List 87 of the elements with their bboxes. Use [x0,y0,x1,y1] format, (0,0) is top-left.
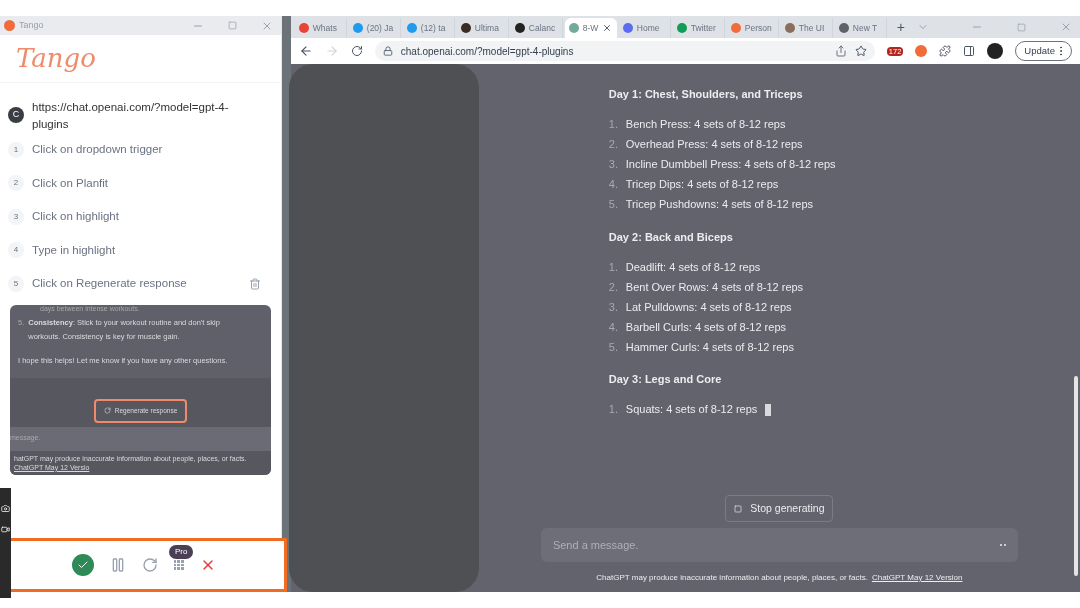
video-icon[interactable] [1,525,10,534]
step-label: Click on highlight [32,209,120,225]
grid-icon[interactable] [173,560,184,570]
exercise-text: Incline Dumbbell Press: 4 sets of 8-12 reps [625,157,836,173]
exercise-text: Tricep Pushdowns: 4 sets of 8-12 reps [625,197,814,213]
maximize-icon[interactable] [228,21,237,30]
close-tab-icon[interactable] [602,23,613,33]
step-label: Click on Regenerate response [32,276,188,292]
list-number: 3. [608,299,618,315]
side-panel-icon[interactable] [963,45,976,57]
list-number: 2. [608,137,618,153]
exercise-text: Bench Press: 4 sets of 8-12 reps [625,117,786,133]
step-item[interactable]: 4 Type in highlight [0,233,281,267]
exercise-text: Hammer Curls: 4 sets of 8-12 reps [625,339,794,355]
start-url: https://chat.openai.com/?model=gpt-4-plugins [32,100,230,132]
step-number: 1 [8,141,24,158]
profile-avatar[interactable] [987,43,1004,59]
check-button[interactable] [71,554,94,576]
list-number: 1. [608,259,618,275]
address-bar[interactable]: chat.openai.com/?model=gpt-4-plugins [374,41,875,61]
list-number: 5. [608,197,618,213]
step-label: Type in highlight [32,242,117,258]
back-icon[interactable] [298,44,313,58]
stop-generating-button[interactable]: Stop generating [725,495,834,522]
list-number: 5. [608,339,618,355]
trash-icon[interactable] [249,277,261,290]
exercise-text: Barbell Curls: 4 sets of 8-12 reps [625,319,786,335]
url-text: chat.openai.com/?model=gpt-4-plugins [400,44,575,59]
exercise-text: Tricep Dips: 4 sets of 8-12 reps [625,177,779,193]
tango-logo: Tango [16,42,96,75]
close-icon[interactable] [1060,21,1072,33]
browser-tab[interactable]: 8-W [564,18,617,38]
scrollbar[interactable] [1074,376,1078,576]
day-heading: Day 1: Chest, Shoulders, and Triceps [608,87,804,102]
step-item[interactable]: 1 Click on dropdown trigger [0,133,281,167]
restart-icon[interactable] [141,557,158,573]
list-number: 1. [608,117,618,133]
tab-title: Calanc [528,21,556,35]
day-heading: Day 2: Back and Biceps [608,229,734,245]
input-placeholder: Send a message. [552,537,640,553]
check-icon [76,559,89,571]
step-number: 4 [8,242,24,259]
extensions-icon[interactable] [939,45,952,57]
list-number: 4. [608,319,618,335]
step-item[interactable]: 5 Click on Regenerate response [0,267,281,301]
camera-icon[interactable] [1,504,10,513]
list-number: 4. [608,177,618,193]
exercise-text: Deadlift: 4 sets of 8-12 reps [625,259,761,275]
stop-icon [734,504,743,513]
version-link[interactable]: ChatGPT May 12 Version [871,572,963,584]
step-item[interactable]: 3 Click on highlight [0,200,281,234]
reload-icon[interactable] [350,45,363,57]
tab-title: Ultima [474,21,499,35]
tab-title: Person [744,21,772,35]
tab-title: Whats [312,21,337,35]
tab-title: (12) ta [420,21,446,35]
tab-title: New T [852,21,878,35]
tab-title: 8-W [582,21,599,35]
list-number: 2. [608,279,618,295]
list-number: 3. [608,157,618,173]
list-number: 1. [608,402,618,418]
step-number: 3 [8,208,24,225]
tab-title: Home [636,21,660,35]
step-number: 2 [8,175,24,192]
typing-cursor [765,403,772,416]
disclaimer-text: ChatGPT may produce inaccurate information about people, places, or facts. [596,572,868,584]
tango-logo-icon [4,20,15,31]
exercise-text: Overhead Press: 4 sets of 8-12 reps [625,137,803,153]
exercise-text: Bent Over Rows: 4 sets of 8-12 reps [625,279,804,295]
tab-title: The UI [798,21,825,35]
share-icon[interactable] [834,45,847,57]
exercise-text: Lat Pulldowns: 4 sets of 8-12 reps [625,299,792,315]
step-label: Click on Planfit [32,175,110,191]
step-item[interactable]: 2 Click on Planfit [0,166,281,200]
exercise-text: Squats: 4 sets of 8-12 reps [625,402,758,418]
step-label: Click on dropdown trigger [32,142,164,158]
window-title: Tango [19,18,45,32]
tango-extension-icon[interactable] [915,45,928,57]
lock-icon [382,46,393,56]
pro-badge: Pro [169,545,194,559]
refresh-icon [103,407,111,415]
tab-title: Twitter [690,21,716,35]
day-heading: Day 3: Legs and Core [608,372,723,387]
bookmark-star-icon[interactable] [854,45,867,57]
new-tab-button[interactable]: + [888,16,913,38]
step-number: 5 [8,275,24,292]
tab-title: (20) Ja [366,21,394,35]
